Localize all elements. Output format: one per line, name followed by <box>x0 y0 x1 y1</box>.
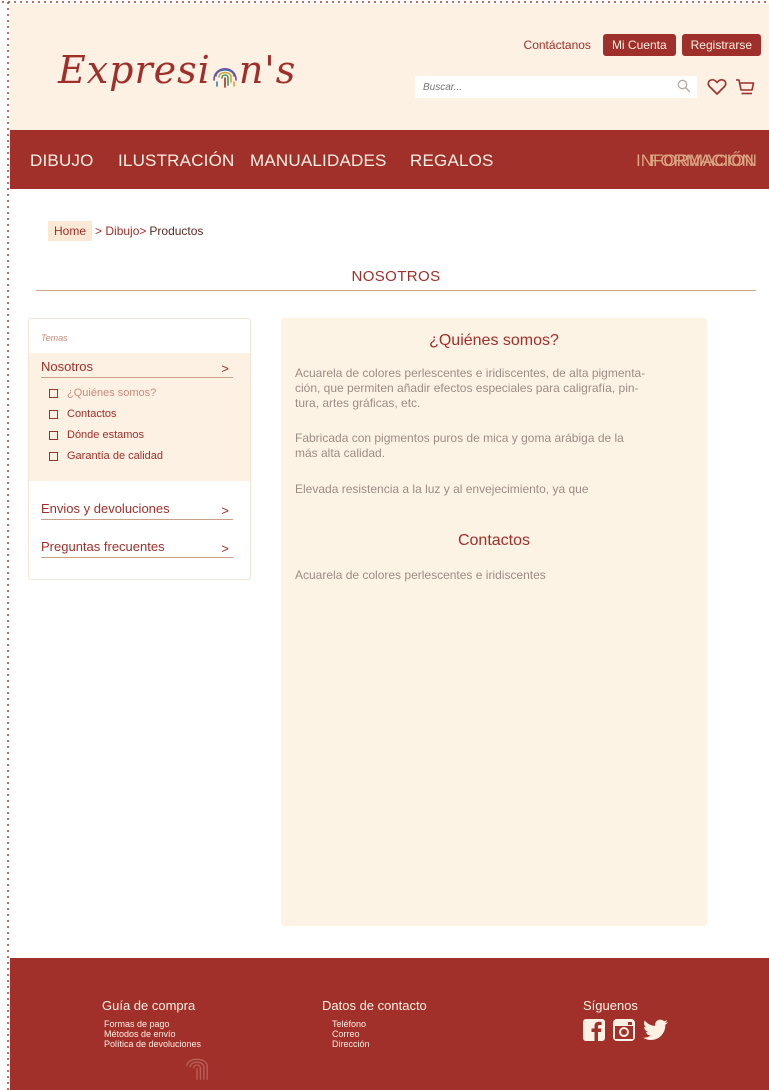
instagram-icon[interactable] <box>613 1019 635 1046</box>
footer-link-shipping[interactable]: Métodos de envío <box>102 1029 201 1039</box>
facebook-icon[interactable] <box>583 1019 605 1046</box>
paragraph-line: tura, artes gráficas, etc. <box>295 396 421 410</box>
footer-link-address[interactable]: Dirección <box>322 1039 427 1049</box>
sidebar-item-label: Garantía de calidad <box>67 450 164 462</box>
topics-sidebar: Temas Nosotros > ¿Quiénes somos? Contact… <box>28 318 251 580</box>
account-links: Contáctanos Mi Cuenta Registrarse <box>524 34 761 56</box>
title-divider <box>36 290 756 291</box>
paragraph-line: más alta calidad. <box>295 446 386 460</box>
contact-link[interactable]: Contáctanos <box>524 38 591 52</box>
footer-link-email[interactable]: Correo <box>322 1029 427 1039</box>
register-button[interactable]: Registrarse <box>681 34 761 56</box>
twitter-icon[interactable] <box>643 1019 669 1046</box>
logo-text-end: n's <box>238 48 297 92</box>
sidebar-section-label: Preguntas frecuentes <box>41 539 165 554</box>
logo-text-start: Expresi <box>58 48 211 92</box>
sidebar-section-envios[interactable]: Envios y devoluciones > <box>41 501 233 520</box>
checkbox[interactable] <box>49 451 58 461</box>
checkbox[interactable] <box>49 409 58 419</box>
sidebar-item-label: Contactos <box>67 408 117 420</box>
footer-guide: Guía de compra Formas de pago Métodos de… <box>102 998 201 1049</box>
sidebar-heading: Temas <box>41 333 68 343</box>
heart-icon[interactable] <box>707 78 727 101</box>
sidebar-item-label: Dónde estamos <box>67 429 145 441</box>
nav-item-regalos[interactable]: REGALOS <box>410 151 494 171</box>
chevron-right-icon: > <box>221 503 229 518</box>
sidebar-item-label: ¿Quiénes somos? <box>67 387 157 399</box>
fingerprint-icon <box>212 55 238 88</box>
section-heading-contactos: Contactos <box>457 532 531 549</box>
paragraph-line: Fabricada con pigmentos puros de mica y … <box>295 431 624 445</box>
sidebar-section-label: Envios y devoluciones <box>41 501 170 516</box>
cart-icon[interactable] <box>735 78 755 101</box>
footer-guide-title: Guía de compra <box>102 998 196 1013</box>
sidebar-item-garantia[interactable]: Garantía de calidad <box>49 450 163 462</box>
my-account-button[interactable]: Mi Cuenta <box>602 34 676 56</box>
checkbox[interactable] <box>49 430 58 440</box>
breadcrumb-current: Productos <box>149 224 204 238</box>
fingerprint-watermark-icon <box>182 1048 212 1087</box>
sidebar-item-contactos[interactable]: Contactos <box>49 408 117 420</box>
footer-contact-title: Datos de contacto <box>322 998 427 1013</box>
checkbox[interactable] <box>49 388 58 398</box>
sidebar-item-donde-estamos[interactable]: Dónde estamos <box>49 429 144 441</box>
paragraph-line: Elevada resistencia a la luz y al enveje… <box>295 482 589 496</box>
brand-logo[interactable]: Expresi n's <box>58 48 296 92</box>
footer-link-payment[interactable]: Formas de pago <box>102 1019 201 1029</box>
nav-label-formacion: FORMACIÓN <box>650 151 754 170</box>
main-navigation: DIBUJO ILUSTRACIÓN MANUALIDADES REGALOS … <box>10 130 769 189</box>
breadcrumb-home[interactable]: Home <box>48 221 93 241</box>
header-icons <box>707 78 755 101</box>
paragraph-line: ción, que permiten añadir efectos especi… <box>295 381 639 395</box>
nav-item-manualidades[interactable]: MANUALIDADES <box>250 151 387 171</box>
footer-social-title: Síguenos <box>583 998 638 1013</box>
sidebar-item-quienes-somos[interactable]: ¿Quiénes somos? <box>49 387 156 399</box>
chevron-right-icon: > <box>221 541 229 556</box>
sidebar-section-nosotros[interactable]: Nosotros > <box>41 359 233 378</box>
site-header: Expresi n's Contáctanos Mi Cuenta Regist… <box>10 4 769 130</box>
section-heading-quienes-somos: ¿Quiénes somos? <box>429 332 559 349</box>
breadcrumb-dibujo[interactable]: > Dibujo> <box>95 224 146 238</box>
sidebar-section-preguntas[interactable]: Preguntas frecuentes > <box>41 539 233 558</box>
search-input[interactable] <box>415 76 665 98</box>
site-footer: Guía de compra Formas de pago Métodos de… <box>10 958 769 1090</box>
paragraph-line: Acuarela de colores perlescentes e iridi… <box>295 366 646 380</box>
breadcrumb: Home > Dibujo> Productos <box>48 221 203 241</box>
footer-social: Síguenos <box>583 998 669 1046</box>
nav-item-dibujo[interactable]: DIBUJO <box>30 151 94 171</box>
search-bar <box>415 76 697 98</box>
content-panel: ¿Quiénes somos? Acuarela de colores perl… <box>281 318 707 926</box>
sidebar-section-label: Nosotros <box>41 359 94 374</box>
footer-link-phone[interactable]: Teléfono <box>322 1019 427 1029</box>
dotted-border-left <box>0 0 10 1090</box>
paragraph-line: Acuarela de colores perlescentes e iridi… <box>295 568 546 582</box>
nav-item-ilustracion[interactable]: ILUSTRACIÓN <box>118 151 235 171</box>
search-icon[interactable] <box>677 79 691 98</box>
chevron-right-icon: > <box>221 361 229 376</box>
footer-contact: Datos de contacto Teléfono Correo Direcc… <box>322 998 427 1049</box>
page-title: NOSOTROS <box>351 268 441 285</box>
nav-item-informacion[interactable]: INFORMACIÓN FORMACIÓN <box>636 151 769 171</box>
